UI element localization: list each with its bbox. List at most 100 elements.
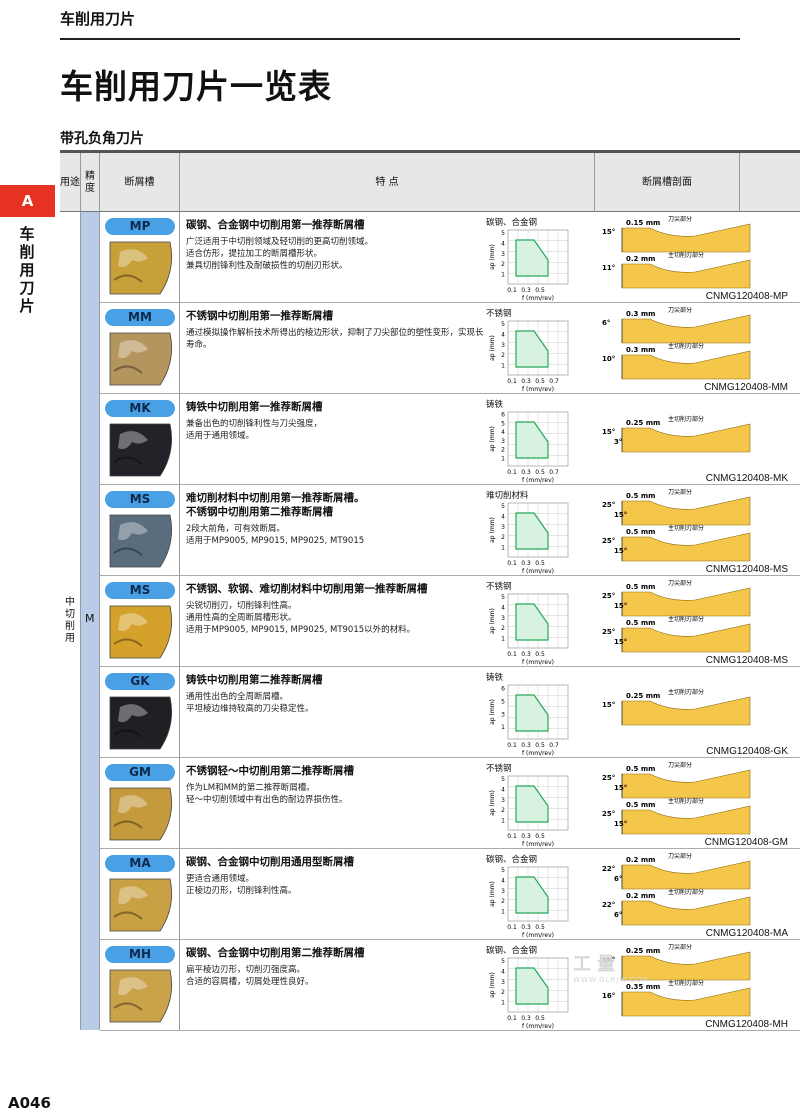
chipbreaker-profile: 22° 6° 0.2 mm 刀尖部分 22° 6° 0.2 mm 主切削刃部分 CNMG1204…: [600, 852, 800, 941]
x-tick-label: 0.3: [521, 287, 531, 294]
work-material-label: 碳钢、合金钢: [486, 218, 538, 228]
insert-image-cell: MM: [100, 303, 180, 393]
x-axis-label: f (mm/rev): [522, 750, 554, 757]
table-header: 用途 精度 断屑槽 特 点 断屑槽剖面: [60, 150, 800, 212]
profile-svg: 6° 0.3 mm 刀尖部分 10° 0.3 mm 主切削刃部分: [602, 306, 751, 380]
x-tick-label: 0.7: [549, 742, 559, 749]
profile-svg: 15° 0.15 mm 刀尖部分 11° 0.2 mm 主切削刃部分: [602, 215, 751, 289]
y-tick-label: 2: [501, 352, 505, 359]
insert-designation: CNMG120408-MH: [705, 1019, 788, 1030]
insert-row: MM 不锈钢中切削用第一推荐断屑槽 通过模拟操作解析技术所得出的棱边形状，抑制了刀尖…: [100, 303, 800, 394]
insert-designation: CNMG120408-MM: [704, 382, 788, 393]
precision-column: M: [81, 212, 100, 1030]
chipbreaker-profile: 15° 0.15 mm 刀尖部分 11° 0.2 mm 主切削刃部分 CNMG120408-…: [600, 215, 800, 304]
y-tick-label: 3: [501, 342, 505, 349]
x-tick-label: 0.5: [535, 560, 545, 567]
rake-angle-label: 22°: [602, 901, 615, 909]
chipbreaker-code-badge[interactable]: GK: [105, 673, 175, 690]
y-tick-label: 3: [501, 888, 505, 895]
rake-angle-label: 25°: [602, 501, 615, 509]
page-title: 车削用刀片一览表: [60, 67, 332, 106]
profile-shape: [621, 223, 751, 253]
side-section-label: 车削用刀片: [19, 225, 35, 315]
land-width-label: 0.5 mm: [626, 528, 655, 536]
feature-description: 兼备出色的切削锋利性与刀尖强度， 适用于通用领域。: [186, 419, 323, 441]
y-tick-label: 1: [501, 636, 505, 643]
y-axis-label: ap (mm): [489, 699, 496, 725]
land-width-label: 0.5 mm: [626, 765, 655, 773]
x-tick-label: 0.1: [507, 651, 517, 658]
insert-image: [109, 423, 173, 477]
y-tick-label: 2: [501, 989, 505, 996]
chipbreaker-code-badge[interactable]: MH: [105, 946, 175, 963]
col-groove-header: 断屑槽: [100, 153, 180, 212]
y-tick-label: 3: [501, 711, 505, 718]
range-chart-svg: 1 2 3 4 5 0.1 0.3 0.5 ap (mm) f (mm/rev): [489, 775, 569, 848]
feature-description: 更适合通用领域。 正棱边刃形，切削锋利性高。: [186, 874, 297, 896]
section-divider: [60, 38, 740, 40]
y-tick-label: 5: [501, 776, 505, 783]
feature-title: 不锈钢轻～中切削用第二推荐断屑槽: [186, 765, 354, 777]
rake-angle-label: 10°: [602, 355, 615, 363]
chipbreaker-code-badge[interactable]: MM: [105, 309, 175, 326]
chipbreaker-code-badge[interactable]: MS: [105, 491, 175, 508]
side-section-badge[interactable]: A: [0, 185, 55, 217]
rake-angle-label: 25°: [602, 810, 615, 818]
x-tick-label: 0.5: [535, 742, 545, 749]
chipbreaker-code-badge[interactable]: MA: [105, 855, 175, 872]
chipbreaker-code-badge[interactable]: GM: [105, 764, 175, 781]
y-tick-label: 5: [501, 230, 505, 237]
use-column: 中切削用: [60, 212, 81, 1030]
x-tick-label: 0.5: [535, 1015, 545, 1022]
x-tick-label: 0.1: [507, 287, 517, 294]
insert-image-cell: MS: [100, 576, 180, 666]
rake-angle-label: 25°: [602, 537, 615, 545]
features-cell: 不锈钢、软钢、难切削材料中切削用第一推荐断屑槽 尖锐切削刃，切削锋利性高。 通用性…: [186, 582, 486, 636]
y-tick-label: 6: [501, 686, 505, 693]
profile-shape: [621, 896, 751, 926]
x-tick-label: 0.5: [535, 833, 545, 840]
edge-part-label: 主切削刃部分: [668, 797, 704, 805]
chipbreaker-code-badge[interactable]: MP: [105, 218, 175, 235]
application-range-chart: 碳钢、合金钢 1 2 3 4 5 0.1 0.3 0.5 ap (mm) f (mm/rev): [486, 853, 596, 941]
table-title: 带孔负角刀片: [60, 131, 144, 147]
features-cell: 难切削材料中切削用第一推荐断屑槽。 不锈钢中切削用第二推荐断屑槽 2段大前角，可有…: [186, 491, 486, 547]
y-tick-label: 3: [501, 524, 505, 531]
x-tick-label: 0.3: [521, 378, 531, 385]
insert-image-cell: MK: [100, 394, 180, 484]
chipbreaker-profile: 15° 0.25 mm 主切削刃部分 CNMG120408-GK: [600, 671, 800, 759]
application-range-chart: 不锈钢 1 2 3 4 5 0.1 0.3 0.5 0.7 ap (mm) f (mm/rev): [486, 307, 596, 395]
profile-svg: 25° 15° 0.5 mm 刀尖部分 25° 15° 0.5 mm 主切削刃部分: [602, 761, 751, 835]
insert-image: [109, 787, 173, 841]
features-cell: 铸铁中切削用第一推荐断屑槽 兼备出色的切削锋利性与刀尖强度， 适用于通用领域。: [186, 400, 486, 442]
chipbreaker-code-badge[interactable]: MS: [105, 582, 175, 599]
features-cell: 铸铁中切削用第二推荐断屑槽 通用性出色的全周断屑槽。 平坦棱边维持较高的刀尖稳定性…: [186, 673, 486, 715]
y-tick-label: 3: [501, 797, 505, 804]
y-axis-label: ap (mm): [489, 790, 496, 816]
land-angle-label: 15°: [614, 784, 627, 792]
watermark-main: 工量: [573, 954, 621, 975]
rake-angle-label: 11°: [602, 264, 615, 272]
edge-part-label: 刀尖部分: [668, 762, 692, 769]
features-cell: 碳钢、合金钢中切削用通用型断屑槽 更适合通用领域。 正棱边刃形，切削锋利性高。: [186, 855, 486, 897]
y-tick-label: 5: [501, 867, 505, 874]
chipbreaker-profile: 25° 15° 0.5 mm 刀尖部分 25° 15° 0.5 mm 主切削刃部分 CNMG12…: [600, 761, 800, 850]
chipbreaker-code-badge[interactable]: MK: [105, 400, 175, 417]
x-tick-label: 0.5: [535, 287, 545, 294]
range-chart-svg: 1 3 5 6 0.1 0.3 0.5 0.7 ap (mm) f (mm/rev): [489, 684, 569, 757]
insert-row: GK 铸铁中切削用第二推荐断屑槽 通用性出色的全周断屑槽。 平坦棱边维持较高的刀尖稳…: [100, 667, 800, 758]
x-tick-label: 0.5: [535, 651, 545, 658]
work-material-label: 难切削材料: [486, 491, 529, 501]
insert-row: GM 不锈钢轻～中切削用第二推荐断屑槽 作为LM和MM的第二推荐断屑槽。 轻～中切削…: [100, 758, 800, 849]
x-axis-label: f (mm/rev): [522, 568, 554, 575]
col-features-header: 特 点: [180, 153, 595, 212]
insert-designation: CNMG120408-MA: [705, 928, 788, 939]
work-material-label: 铸铁: [486, 673, 504, 683]
edge-part-label: 刀尖部分: [668, 307, 692, 314]
y-tick-label: 5: [501, 698, 505, 705]
insert-designation: CNMG120408-GK: [706, 746, 788, 757]
application-range-chart: 不锈钢 1 2 3 4 5 0.1 0.3 0.5 ap (mm) f (mm/rev): [486, 580, 596, 668]
chipbreaker-profile: 25° 15° 0.5 mm 刀尖部分 25° 15° 0.5 mm 主切削刃部分 CNMG12…: [600, 488, 800, 577]
watermark: 工量 WWW.GLRJW.COM: [573, 950, 649, 984]
work-material-label: 不锈钢: [486, 764, 512, 774]
